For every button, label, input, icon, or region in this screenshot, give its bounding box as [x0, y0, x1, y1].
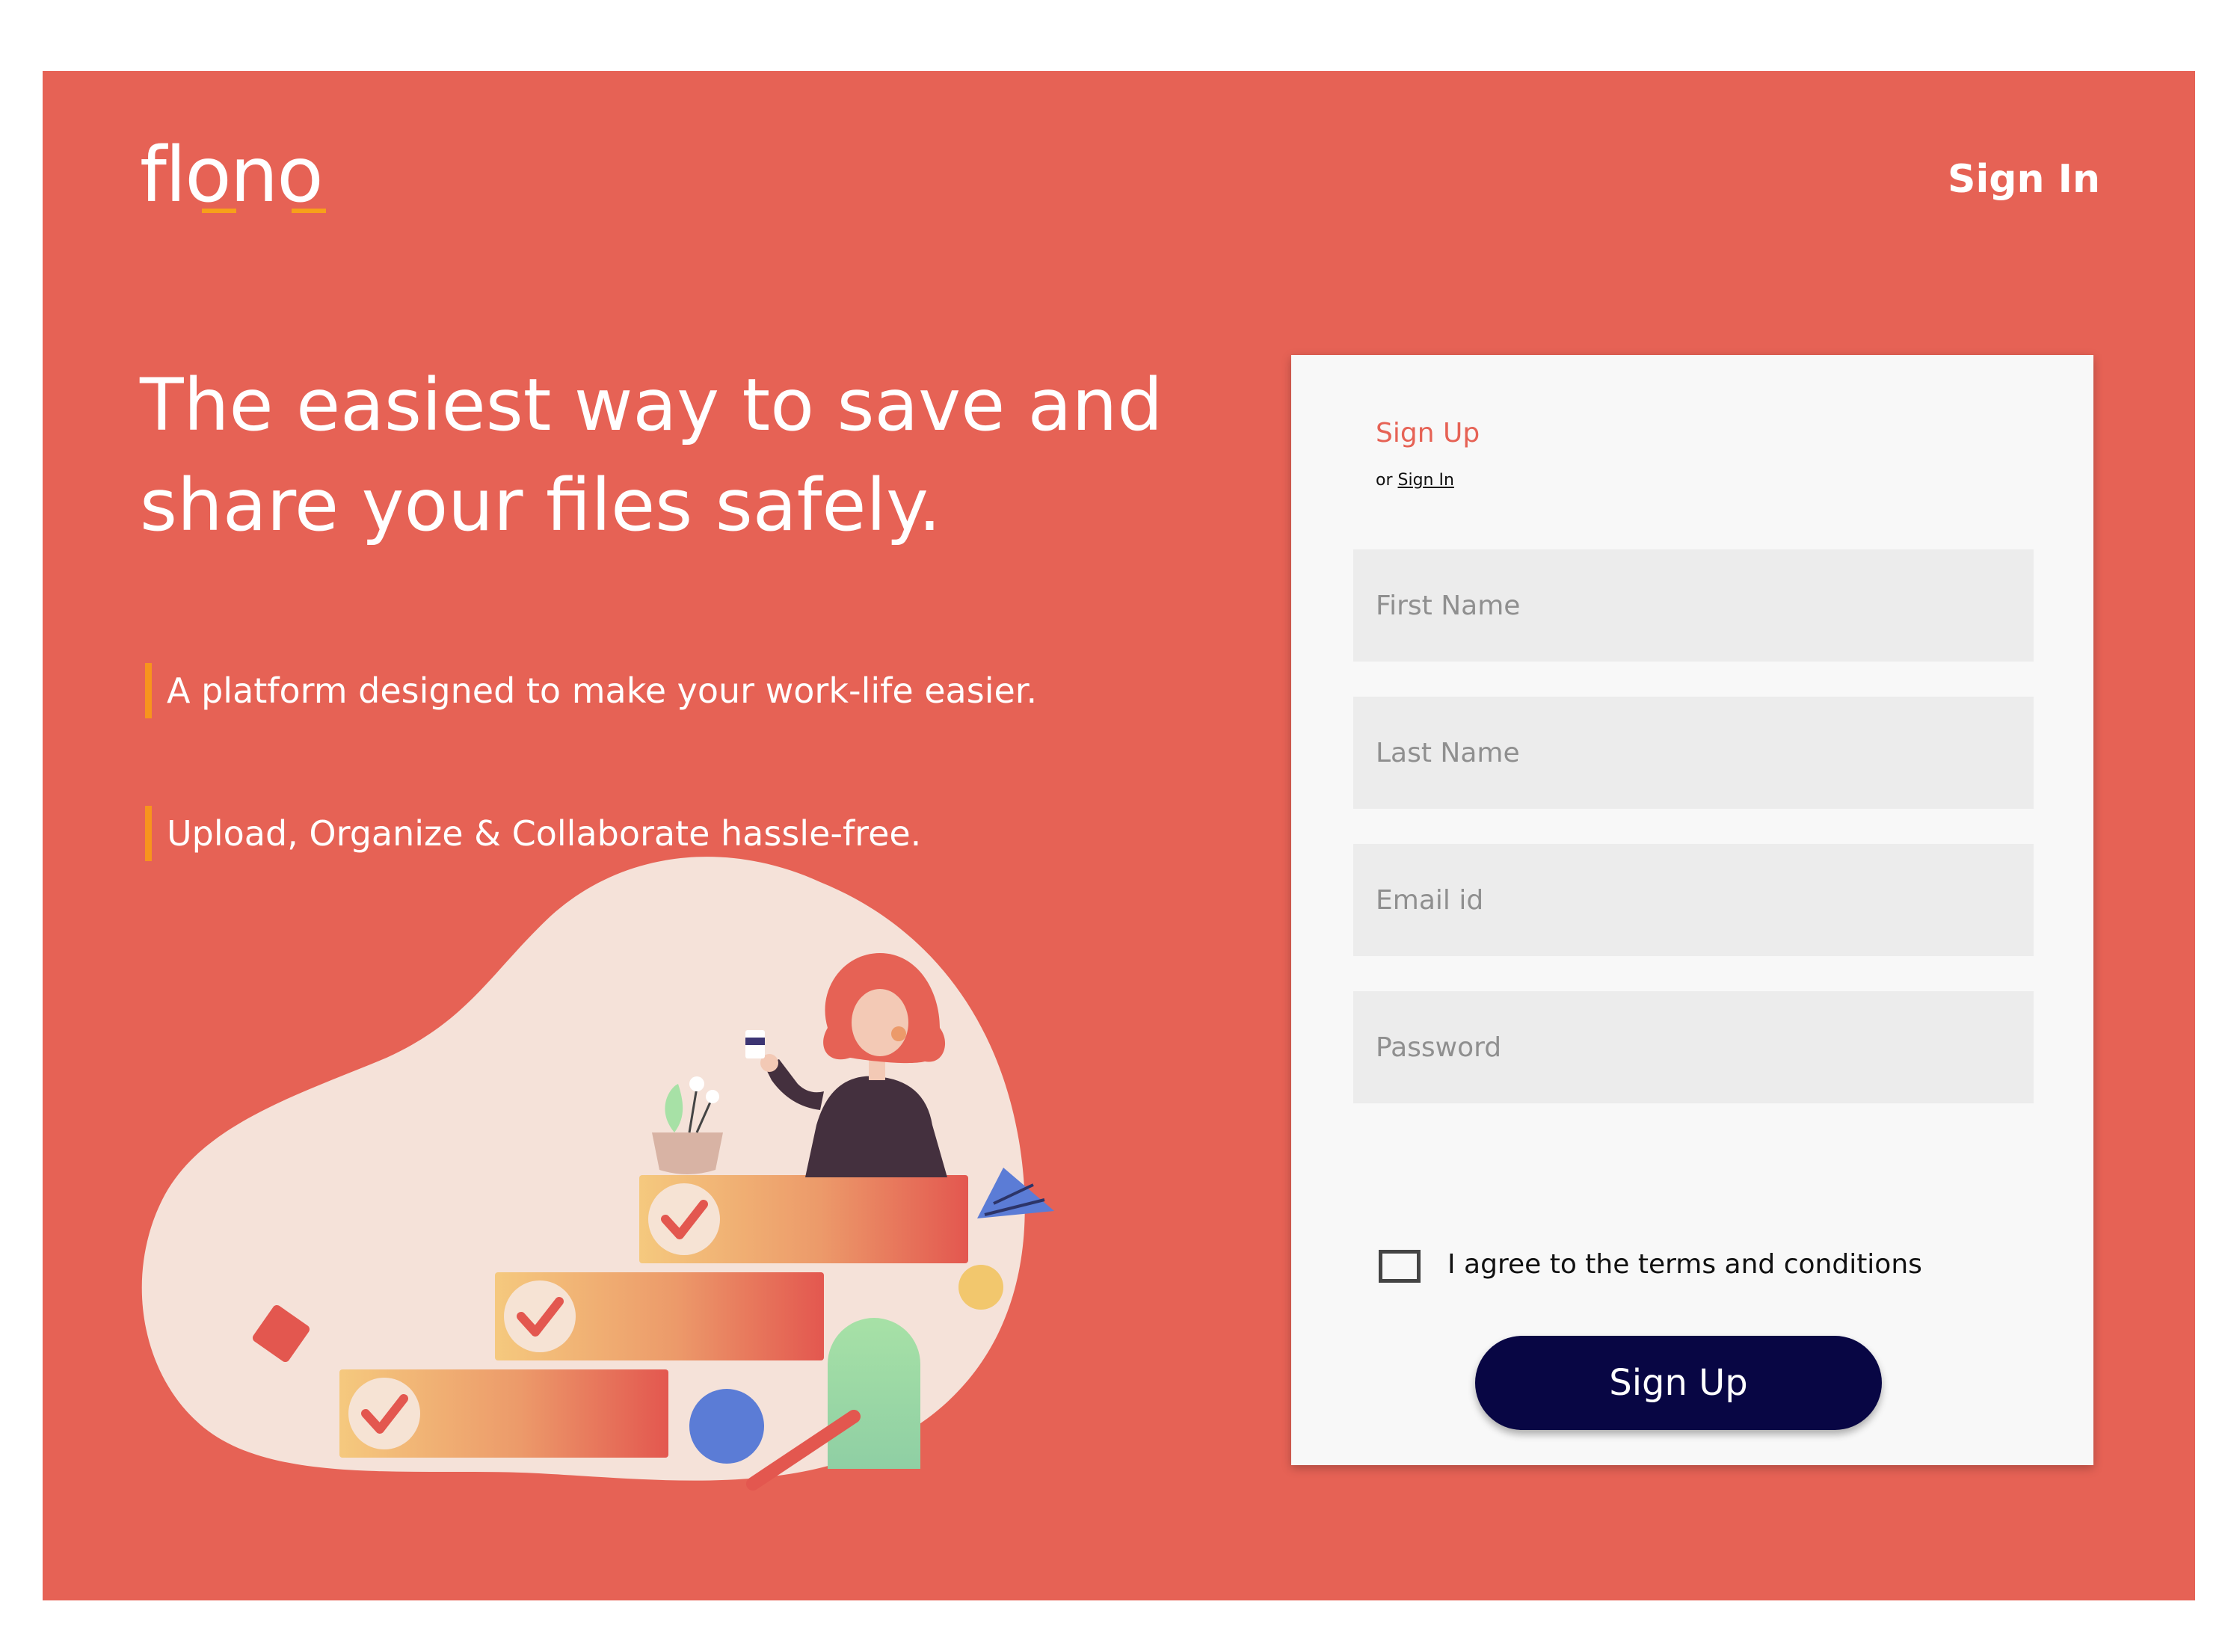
flono-logo[interactable]: flono	[140, 131, 324, 220]
last-name-input[interactable]	[1353, 697, 2034, 809]
or-sign-in-line: or Sign In	[1376, 471, 1454, 490]
woman-face	[852, 989, 908, 1056]
coffee-cup-band	[745, 1038, 765, 1045]
check-circle-middle	[504, 1280, 576, 1352]
nav-sign-in-link[interactable]: Sign In	[1948, 157, 2100, 202]
hero-tagline-1: A platform designed to make your work-li…	[145, 663, 1037, 718]
woman-cheek	[891, 1026, 906, 1041]
card-sign-in-link[interactable]: Sign In	[1398, 471, 1454, 490]
check-circle-bottom	[348, 1378, 420, 1449]
terms-label[interactable]: I agree to the terms and conditions	[1447, 1249, 1922, 1280]
blue-circle	[689, 1389, 764, 1464]
green-arch	[828, 1318, 920, 1469]
yellow-circle	[958, 1265, 1003, 1310]
terms-checkbox[interactable]	[1379, 1250, 1421, 1283]
plant-flower-1	[689, 1076, 704, 1091]
check-circle-top	[648, 1183, 720, 1255]
hero-section: flono Sign In The easiest way to save an…	[43, 71, 2195, 1600]
first-name-input[interactable]	[1353, 549, 2034, 662]
hero-illustration	[141, 857, 1054, 1491]
password-input[interactable]	[1353, 991, 2034, 1103]
logo-underline-right	[292, 209, 326, 213]
email-input[interactable]	[1353, 844, 2034, 956]
plant-flower-2	[706, 1090, 719, 1103]
signup-title: Sign Up	[1376, 418, 1480, 449]
hero-headline: The easiest way to save and share your f…	[140, 363, 1163, 547]
signup-card: Sign Up or Sign In I agree to the terms …	[1291, 355, 2093, 1465]
or-prefix: or	[1376, 471, 1393, 490]
logo-underline-left	[202, 209, 236, 213]
plant-pot	[652, 1132, 723, 1174]
sign-up-button[interactable]: Sign Up	[1475, 1336, 1882, 1430]
